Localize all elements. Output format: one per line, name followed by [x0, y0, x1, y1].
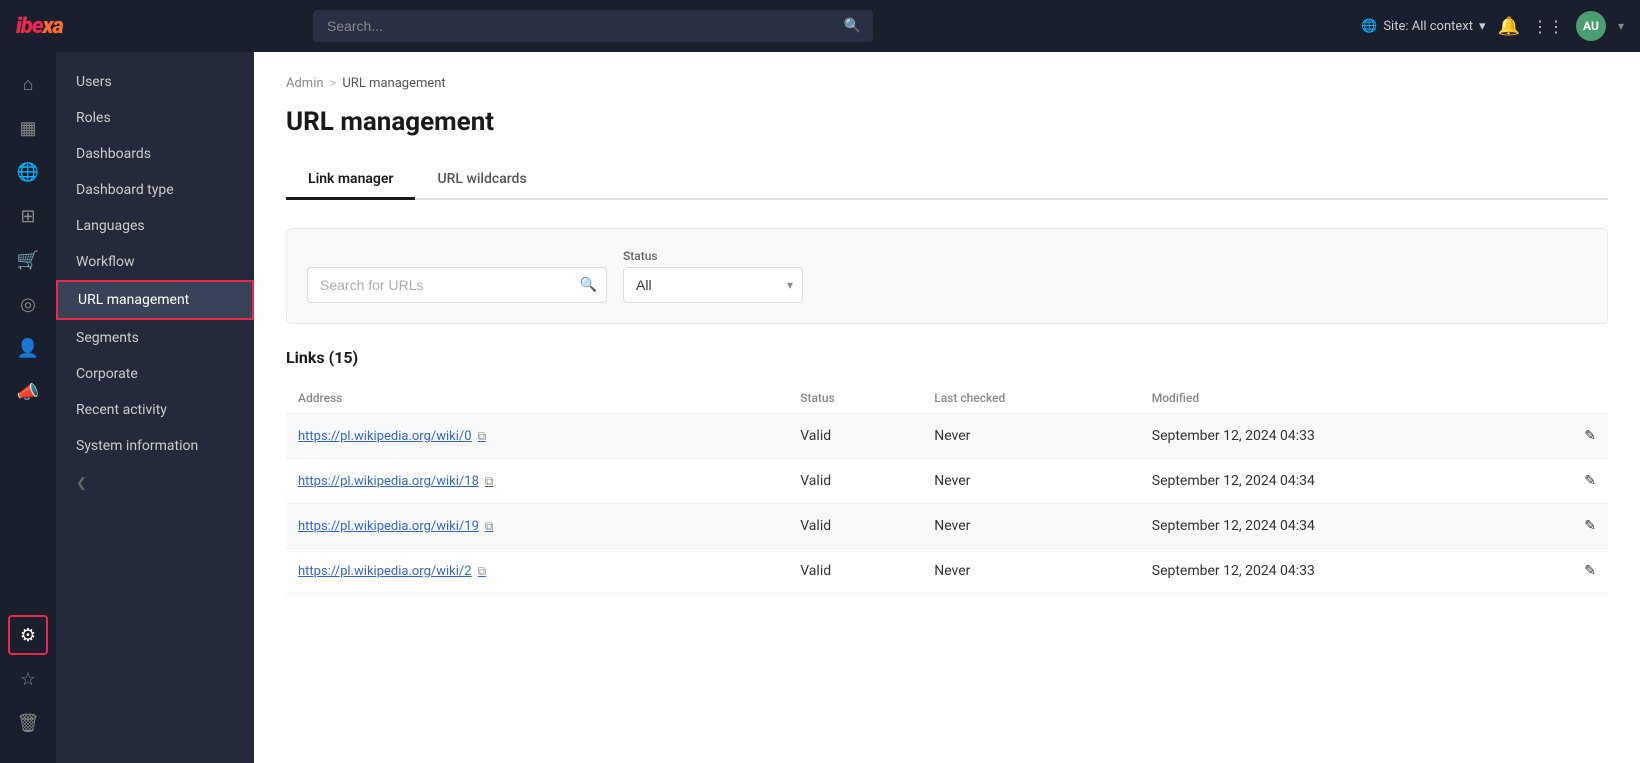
breadcrumb-separator: > [330, 76, 337, 91]
search-input[interactable] [313, 10, 873, 42]
cell-modified: September 12, 2024 04:33 [1140, 549, 1568, 594]
sidebar-item-url-management[interactable]: URL management [56, 280, 254, 320]
links-title: Links (15) [286, 348, 1608, 367]
sidebar-item-recent-activity[interactable]: Recent activity [56, 392, 254, 428]
url-link[interactable]: https://pl.wikipedia.org/wiki/0 ⧉ [298, 429, 486, 444]
nav-sidebar: Users Roles Dashboards Dashboard type La… [56, 52, 254, 763]
cell-status: Valid [788, 414, 922, 459]
table-row: https://pl.wikipedia.org/wiki/0 ⧉ Valid … [286, 414, 1608, 459]
table-row: https://pl.wikipedia.org/wiki/19 ⧉ Valid… [286, 504, 1608, 549]
url-link[interactable]: https://pl.wikipedia.org/wiki/2 ⧉ [298, 564, 486, 579]
breadcrumb-admin-link[interactable]: Admin [286, 76, 324, 91]
col-header-status: Status [788, 383, 922, 414]
sidebar-icon-users[interactable]: 👤 [8, 328, 48, 368]
sidebar-icon-globe[interactable]: 🌐 [8, 152, 48, 192]
icon-sidebar: ⌂ ▦ 🌐 ⊞ 🛒 ◎ 👤 📣 ⚙ ☆ 🗑 [0, 52, 56, 763]
sidebar-item-corporate[interactable]: Corporate [56, 356, 254, 392]
sidebar-item-languages[interactable]: Languages [56, 208, 254, 244]
grid-apps-icon[interactable]: ⋮⋮ [1532, 17, 1564, 36]
external-link-icon: ⧉ [485, 519, 494, 534]
main-layout: ⌂ ▦ 🌐 ⊞ 🛒 ◎ 👤 📣 ⚙ ☆ 🗑 Users Roles Dashbo… [0, 52, 1640, 763]
external-link-icon: ⧉ [485, 474, 494, 489]
links-table: Address Status Last checked Modified htt… [286, 383, 1608, 594]
cell-modified: September 12, 2024 04:33 [1140, 414, 1568, 459]
edit-row-button[interactable]: ✎ [1568, 549, 1608, 594]
url-search-icon: 🔍 [580, 277, 597, 293]
sidebar-icon-shop[interactable]: 🛒 [8, 240, 48, 280]
sidebar-item-roles[interactable]: Roles [56, 100, 254, 136]
table-row: https://pl.wikipedia.org/wiki/2 ⧉ Valid … [286, 549, 1608, 594]
col-header-modified: Modified [1140, 383, 1568, 414]
breadcrumb-current: URL management [342, 76, 445, 91]
tab-link-manager[interactable]: Link manager [286, 161, 415, 200]
avatar-chevron: ▾ [1618, 19, 1624, 33]
sidebar-item-users[interactable]: Users [56, 64, 254, 100]
url-search-input[interactable] [307, 267, 607, 303]
sidebar-icon-analytics[interactable]: ◎ [8, 284, 48, 324]
status-filter-field: Status All Valid Invalid Pending ▾ [623, 249, 803, 303]
topbar-right: 🌐 Site: All context ▾ 🔔 ⋮⋮ AU ▾ [1361, 11, 1624, 41]
site-context-chevron: ▾ [1479, 19, 1486, 34]
search-icon: 🔍 [844, 18, 861, 34]
sidebar-item-system-information[interactable]: System information [56, 428, 254, 464]
breadcrumb: Admin > URL management [286, 76, 1608, 91]
site-context-selector[interactable]: 🌐 Site: All context ▾ [1361, 19, 1485, 34]
edit-row-button[interactable]: ✎ [1568, 459, 1608, 504]
cell-address: https://pl.wikipedia.org/wiki/2 ⧉ [286, 549, 788, 594]
sidebar-icon-megaphone[interactable]: 📣 [8, 372, 48, 412]
url-link[interactable]: https://pl.wikipedia.org/wiki/18 ⧉ [298, 474, 493, 489]
site-context-label: Site: All context [1383, 19, 1473, 34]
cell-address: https://pl.wikipedia.org/wiki/0 ⧉ [286, 414, 788, 459]
cell-status: Valid [788, 549, 922, 594]
cell-address: https://pl.wikipedia.org/wiki/19 ⧉ [286, 504, 788, 549]
sidebar-icon-content[interactable]: ⊞ [8, 196, 48, 236]
table-row: https://pl.wikipedia.org/wiki/18 ⧉ Valid… [286, 459, 1608, 504]
cell-status: Valid [788, 504, 922, 549]
edit-row-button[interactable]: ✎ [1568, 504, 1608, 549]
cell-last-checked: Never [922, 504, 1140, 549]
sidebar-icon-settings[interactable]: ⚙ [8, 615, 48, 655]
sidebar-icon-home[interactable]: ⌂ [8, 64, 48, 104]
tab-url-wildcards[interactable]: URL wildcards [415, 161, 548, 200]
collapse-sidebar-button[interactable]: ❮ [56, 464, 254, 503]
url-link[interactable]: https://pl.wikipedia.org/wiki/19 ⧉ [298, 519, 493, 534]
globe-small-icon: 🌐 [1361, 19, 1377, 34]
url-search-field: 🔍 [307, 267, 607, 303]
cell-last-checked: Never [922, 414, 1140, 459]
status-filter-label: Status [623, 249, 803, 263]
cell-modified: September 12, 2024 04:34 [1140, 504, 1568, 549]
tabs: Link manager URL wildcards [286, 161, 1608, 200]
cell-last-checked: Never [922, 549, 1140, 594]
sidebar-icon-dashboard[interactable]: ▦ [8, 108, 48, 148]
cell-address: https://pl.wikipedia.org/wiki/18 ⧉ [286, 459, 788, 504]
search-container: 🔍 [313, 10, 873, 42]
cell-status: Valid [788, 459, 922, 504]
col-header-last-checked: Last checked [922, 383, 1140, 414]
notification-bell-icon[interactable]: 🔔 [1498, 16, 1520, 37]
col-header-actions [1568, 383, 1608, 414]
external-link-icon: ⧉ [478, 429, 487, 444]
filter-bar: 🔍 Status All Valid Invalid Pending ▾ [286, 228, 1608, 324]
logo: ibexa [16, 14, 63, 39]
sidebar-icon-trash[interactable]: 🗑 [8, 703, 48, 743]
topbar: ibexa 🔍 🌐 Site: All context ▾ 🔔 ⋮⋮ AU ▾ [0, 0, 1640, 52]
sidebar-icon-star[interactable]: ☆ [8, 659, 48, 699]
sidebar-item-workflow[interactable]: Workflow [56, 244, 254, 280]
sidebar-item-segments[interactable]: Segments [56, 320, 254, 356]
status-select[interactable]: All Valid Invalid Pending [623, 267, 803, 303]
avatar[interactable]: AU [1576, 11, 1606, 41]
cell-last-checked: Never [922, 459, 1140, 504]
external-link-icon: ⧉ [478, 564, 487, 579]
col-header-address: Address [286, 383, 788, 414]
sidebar-item-dashboards[interactable]: Dashboards [56, 136, 254, 172]
content-area: Admin > URL management URL management Li… [254, 52, 1640, 763]
cell-modified: September 12, 2024 04:34 [1140, 459, 1568, 504]
page-title: URL management [286, 107, 1608, 137]
sidebar-item-dashboard-type[interactable]: Dashboard type [56, 172, 254, 208]
edit-row-button[interactable]: ✎ [1568, 414, 1608, 459]
